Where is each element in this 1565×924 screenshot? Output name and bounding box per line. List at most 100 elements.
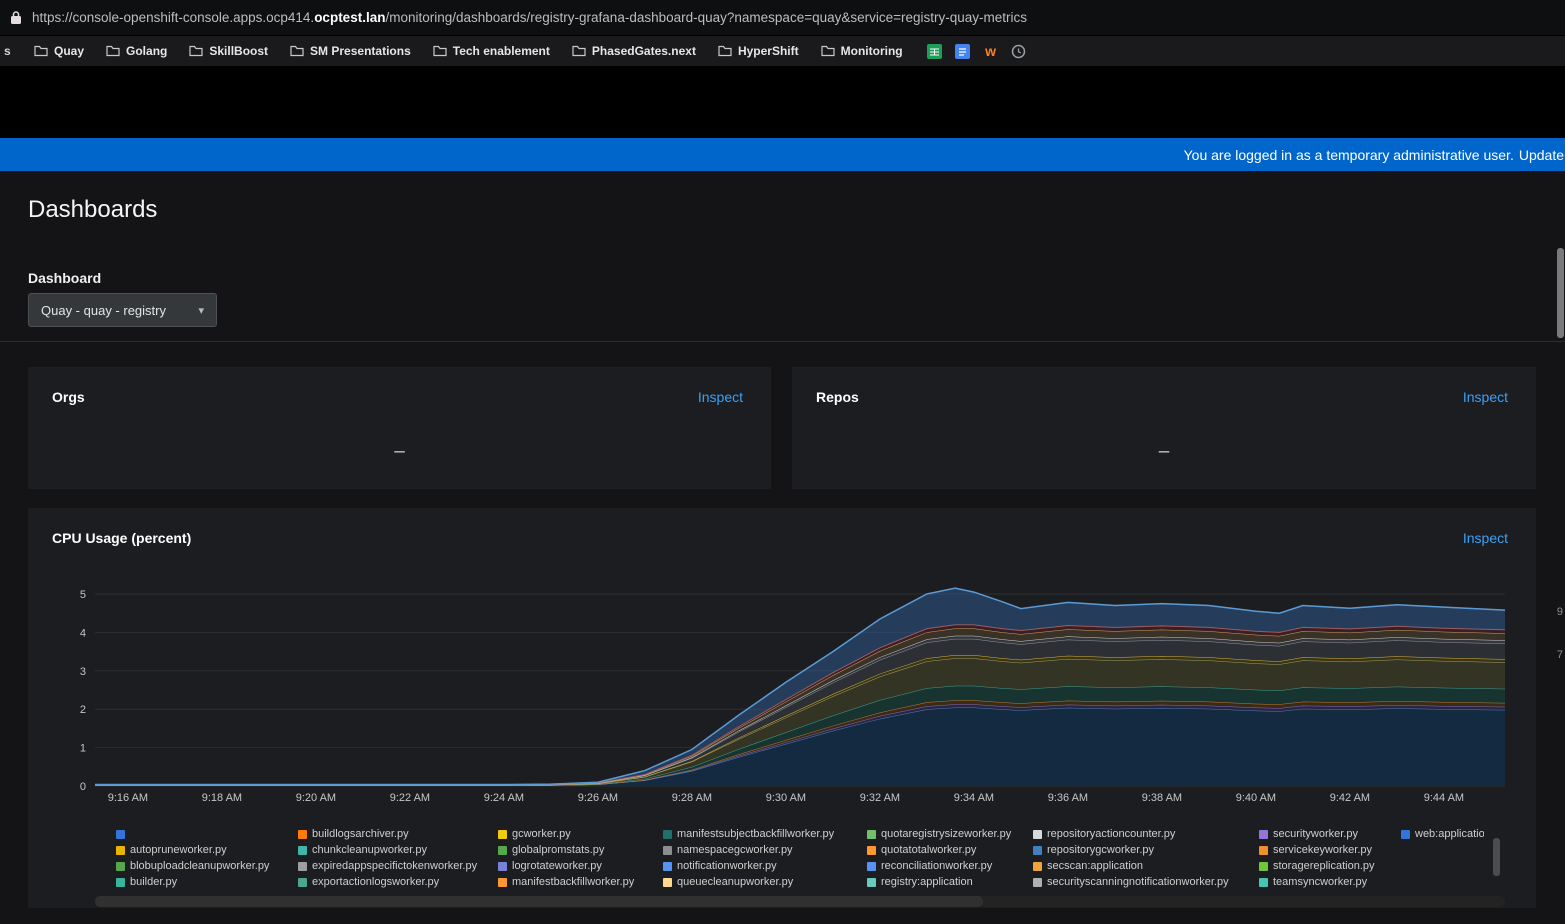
x-tick-label: 9:24 AM bbox=[484, 792, 524, 804]
legend-item[interactable]: quotaregistrysizeworker.py bbox=[867, 826, 1033, 842]
folder-icon bbox=[106, 45, 120, 57]
legend-item[interactable]: repositorygcworker.py bbox=[1033, 842, 1259, 858]
legend-label: manifestbackfillworker.py bbox=[512, 876, 634, 888]
legend-label: quotaregistrysizeworker.py bbox=[881, 828, 1011, 840]
legend-item[interactable]: securityscanningnotificationworker.py bbox=[1033, 874, 1259, 890]
clock-bookmark-icon[interactable] bbox=[1011, 43, 1027, 59]
folder-icon bbox=[433, 45, 447, 57]
legend-item[interactable]: blobuploadcleanupworker.py bbox=[116, 858, 298, 874]
legend-item[interactable]: globalpromstats.py bbox=[498, 842, 663, 858]
legend-item[interactable]: manifestsubjectbackfillworker.py bbox=[663, 826, 867, 842]
dashboard-select-value: Quay - quay - registry bbox=[41, 303, 166, 318]
sheets-bookmark-icon[interactable] bbox=[927, 43, 943, 59]
chart-hscroll-track bbox=[95, 896, 1505, 907]
orgs-value: – bbox=[28, 441, 771, 463]
bookmark-label: SM Presentations bbox=[310, 44, 411, 58]
bookmark-sm-presentations[interactable]: SM Presentations bbox=[290, 44, 411, 58]
legend-swatch-icon bbox=[663, 846, 672, 855]
w-bookmark-icon[interactable]: w bbox=[983, 43, 999, 59]
legend-label: storagereplication.py bbox=[1273, 860, 1375, 872]
legend-label: autopruneworker.py bbox=[130, 844, 227, 856]
y-tick-label: 1 bbox=[80, 743, 86, 755]
chart-hscroll-thumb[interactable] bbox=[95, 896, 983, 907]
legend-swatch-icon bbox=[1033, 878, 1042, 887]
browser-chrome-gap bbox=[0, 66, 1565, 138]
legend-item[interactable]: reconciliationworker.py bbox=[867, 858, 1033, 874]
legend-swatch-icon bbox=[298, 862, 307, 871]
legend-item[interactable]: manifestbackfillworker.py bbox=[498, 874, 663, 890]
legend-item[interactable]: expiredappspecifictokenworker.py bbox=[298, 858, 498, 874]
legend-item[interactable]: notificationworker.py bbox=[663, 858, 867, 874]
chart-legend: autopruneworker.py blobuploadcleanupworke… bbox=[116, 826, 1484, 896]
x-tick-label: 9:38 AM bbox=[1142, 792, 1182, 804]
legend-item[interactable]: queuecleanupworker.py bbox=[663, 874, 867, 890]
bookmark-golang[interactable]: Golang bbox=[106, 44, 167, 58]
legend-item[interactable] bbox=[116, 826, 298, 842]
banner-message: You are logged in as a temporary adminis… bbox=[1184, 147, 1514, 163]
legend-item[interactable]: repositoryactioncounter.py bbox=[1033, 826, 1259, 842]
folder-icon bbox=[34, 45, 48, 57]
folder-icon bbox=[189, 45, 203, 57]
x-tick-label: 9:26 AM bbox=[578, 792, 618, 804]
bookmark-monitoring[interactable]: Monitoring bbox=[821, 44, 903, 58]
legend-item[interactable]: servicekeyworker.py bbox=[1259, 842, 1401, 858]
bookmark-quay[interactable]: Quay bbox=[34, 44, 84, 58]
legend-item[interactable]: secscan:application bbox=[1033, 858, 1259, 874]
cpu-inspect-link[interactable]: Inspect bbox=[1463, 530, 1508, 546]
clipped-axis-fragment: 9 bbox=[1557, 606, 1563, 618]
legend-item[interactable]: securityworker.py bbox=[1259, 826, 1401, 842]
bookmark-tech-enablement[interactable]: Tech enablement bbox=[433, 44, 550, 58]
legend-swatch-icon bbox=[298, 846, 307, 855]
legend-item[interactable]: registry:application bbox=[867, 874, 1033, 890]
legend-item[interactable]: autopruneworker.py bbox=[116, 842, 298, 858]
legend-item[interactable]: gcworker.py bbox=[498, 826, 663, 842]
orgs-panel: Orgs Inspect – bbox=[28, 367, 771, 489]
legend-swatch-icon bbox=[116, 862, 125, 871]
bookmark-hypershift[interactable]: HyperShift bbox=[718, 44, 799, 58]
legend-column: web:application bbox=[1401, 826, 1484, 896]
legend-label: logrotateworker.py bbox=[512, 860, 602, 872]
legend-label: quotatotalworker.py bbox=[881, 844, 976, 856]
page-scrollbar[interactable] bbox=[1557, 248, 1564, 338]
legend-swatch-icon bbox=[1401, 830, 1410, 839]
repos-panel: Repos Inspect – bbox=[792, 367, 1536, 489]
clipped-bookmark-label[interactable]: s bbox=[4, 44, 12, 58]
docs-bookmark-icon[interactable] bbox=[955, 43, 971, 59]
legend-item[interactable]: teamsyncworker.py bbox=[1259, 874, 1401, 890]
section-divider bbox=[0, 341, 1565, 342]
legend-item[interactable]: builder.py bbox=[116, 874, 298, 890]
legend-swatch-icon bbox=[1259, 878, 1268, 887]
bookmark-label: HyperShift bbox=[738, 44, 799, 58]
legend-item[interactable]: quotatotalworker.py bbox=[867, 842, 1033, 858]
orgs-panel-title: Orgs bbox=[52, 389, 85, 405]
bookmark-skillboost[interactable]: SkillBoost bbox=[189, 44, 268, 58]
legend-swatch-icon bbox=[116, 830, 125, 839]
legend-item[interactable]: chunkcleanupworker.py bbox=[298, 842, 498, 858]
bookmark-phasedgates-next[interactable]: PhasedGates.next bbox=[572, 44, 696, 58]
legend-item[interactable]: namespacegcworker.py bbox=[663, 842, 867, 858]
legend-item[interactable]: buildlogsarchiver.py bbox=[298, 826, 498, 842]
browser-address-bar[interactable]: https://console-openshift-console.apps.o… bbox=[0, 0, 1565, 36]
legend-item[interactable]: logrotateworker.py bbox=[498, 858, 663, 874]
banner-update-link[interactable]: Update bbox=[1519, 147, 1564, 163]
x-tick-label: 9:36 AM bbox=[1048, 792, 1088, 804]
dashboard-select[interactable]: Quay - quay - registry ▾ bbox=[28, 293, 217, 327]
legend-item[interactable]: exportactionlogsworker.py bbox=[298, 874, 498, 890]
legend-item[interactable]: web:application bbox=[1401, 826, 1484, 842]
legend-label: buildlogsarchiver.py bbox=[312, 828, 409, 840]
console-content: Dashboards Dashboard Quay - quay - regis… bbox=[0, 171, 1565, 924]
legend-scrollbar[interactable] bbox=[1493, 838, 1500, 876]
clipped-axis-fragment: 7 bbox=[1557, 649, 1563, 661]
x-tick-label: 9:30 AM bbox=[766, 792, 806, 804]
orgs-inspect-link[interactable]: Inspect bbox=[698, 389, 743, 405]
legend-swatch-icon bbox=[498, 830, 507, 839]
repos-inspect-link[interactable]: Inspect bbox=[1463, 389, 1508, 405]
legend-item[interactable]: storagereplication.py bbox=[1259, 858, 1401, 874]
legend-label: globalpromstats.py bbox=[512, 844, 604, 856]
legend-swatch-icon bbox=[298, 830, 307, 839]
bookmark-label: Golang bbox=[126, 44, 167, 58]
x-tick-label: 9:40 AM bbox=[1236, 792, 1276, 804]
legend-swatch-icon bbox=[867, 846, 876, 855]
x-tick-label: 9:20 AM bbox=[296, 792, 336, 804]
url-prefix: https://console-openshift-console.apps.o… bbox=[32, 10, 314, 25]
